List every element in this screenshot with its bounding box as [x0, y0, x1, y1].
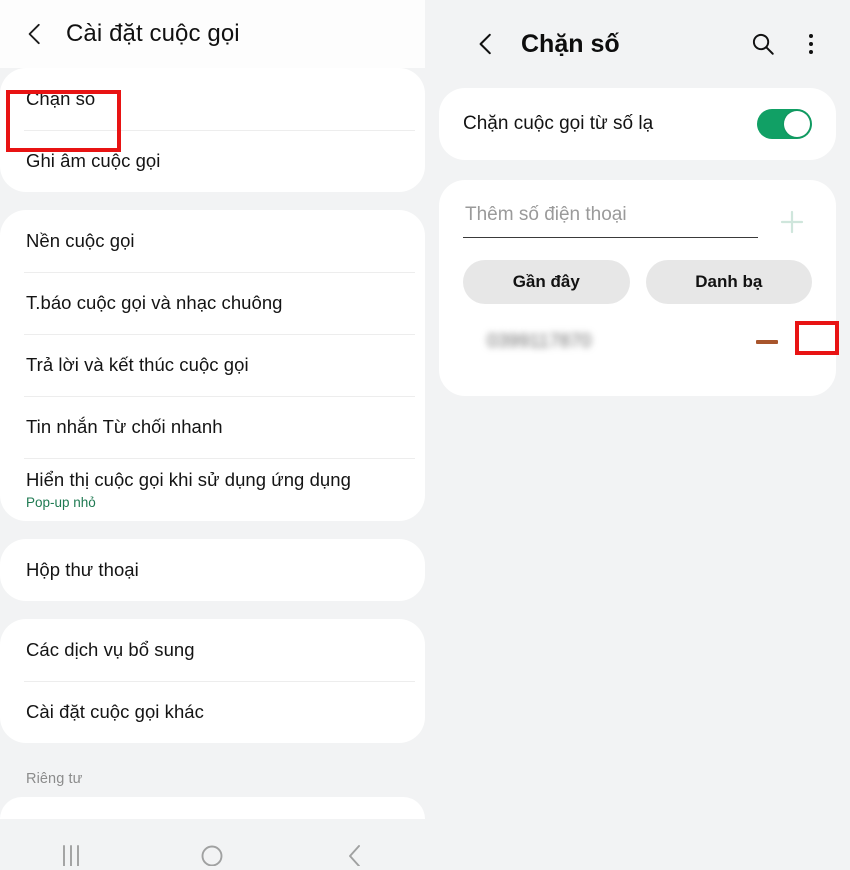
list-item-sublabel: Pop-up nhỏ	[26, 495, 96, 511]
add-number-card: Gần đây Danh bạ 0399117870	[439, 180, 836, 396]
list-item-label: Chặn số	[26, 87, 96, 109]
left-header: Cài đặt cuộc gọi	[0, 0, 425, 68]
list-item-label: Hộp thư thoại	[26, 559, 139, 581]
list-item-label: Cài đặt cuộc gọi khác	[26, 701, 204, 723]
toggle-knob	[784, 111, 810, 137]
sidebar-item-tra-loi-ket-thuc[interactable]: Trả lời và kết thúc cuộc gọi	[0, 334, 425, 396]
section-header-rieng-tu: Riêng tư	[26, 771, 83, 788]
more-vertical-icon[interactable]	[798, 31, 824, 57]
sidebar-item-nen-cuoc-goi[interactable]: Nền cuộc gọi	[0, 210, 425, 272]
sidebar-item-hop-thu-thoai[interactable]: Hộp thư thoại	[0, 539, 425, 601]
sidebar-item-cai-dat-khac[interactable]: Cài đặt cuộc gọi khác	[0, 681, 425, 743]
list-item-label: Hiển thị cuộc gọi khi sử dụng ứng dụng	[26, 469, 351, 490]
list-item-label: T.báo cuộc gọi và nhạc chuông	[26, 291, 283, 313]
add-number-line	[463, 202, 812, 238]
remove-blocked-number-button[interactable]	[746, 326, 788, 358]
tab-gan-day[interactable]: Gần đây	[463, 260, 630, 304]
tab-danh-ba[interactable]: Danh bạ	[645, 260, 812, 304]
settings-group-1: Chặn số Ghi âm cuộc gọi	[0, 68, 425, 192]
page-title: Cài đặt cuộc gọi	[66, 20, 240, 47]
unknown-caller-card: Chặn cuộc gọi từ số lạ	[439, 88, 836, 160]
left-settings-list: Chặn số Ghi âm cuộc gọi Nền cuộc gọi T.b…	[0, 68, 425, 870]
sidebar-item-hien-thi-cuoc-goi[interactable]: Hiển thị cuộc gọi khi sử dụng ứng dụng P…	[0, 458, 425, 521]
list-item-label: Tin nhắn Từ chối nhanh	[26, 415, 223, 437]
right-header: Chặn số	[425, 0, 850, 88]
list-item-label: Trả lời và kết thúc cuộc gọi	[26, 353, 249, 375]
plus-icon[interactable]	[772, 202, 812, 242]
sidebar-item-dich-vu-bo-sung[interactable]: Các dịch vụ bổ sung	[0, 619, 425, 681]
home-icon[interactable]	[197, 840, 227, 866]
list-item-label: Các dịch vụ bổ sung	[26, 639, 195, 661]
screenshot-root: Cài đặt cuộc gọi Chặn số Ghi âm cuộc gọi…	[0, 0, 850, 870]
sidebar-item-ghi-am[interactable]: Ghi âm cuộc gọi	[0, 130, 425, 192]
block-unknown-callers-toggle[interactable]	[757, 109, 812, 139]
search-icon[interactable]	[750, 31, 776, 57]
settings-group-4: Các dịch vụ bổ sung Cài đặt cuộc gọi khá…	[0, 619, 425, 744]
chevron-left-icon[interactable]	[22, 21, 48, 47]
settings-group-2: Nền cuộc gọi T.báo cuộc gọi và nhạc chuô…	[0, 210, 425, 522]
toggle-label: Chặn cuộc gọi từ số lạ	[463, 113, 654, 134]
list-item-label: Nền cuộc gọi	[26, 229, 135, 251]
sidebar-item-chan-so[interactable]: Chặn số	[0, 68, 425, 130]
settings-group-3: Hộp thư thoại	[0, 539, 425, 602]
sidebar-item-tin-nhan-tu-choi[interactable]: Tin nhắn Từ chối nhanh	[0, 396, 425, 458]
add-number-area: Gần đây Danh bạ 0399117870	[439, 180, 836, 396]
settings-group-partial	[0, 797, 425, 820]
chevron-left-icon[interactable]	[473, 31, 499, 57]
list-item-label: Ghi âm cuộc gọi	[26, 149, 161, 171]
block-numbers-body: Chặn cuộc gọi từ số lạ Gần đây	[425, 88, 850, 396]
phone-number-input[interactable]	[463, 204, 758, 238]
call-settings-screen: Cài đặt cuộc gọi Chặn số Ghi âm cuộc gọi…	[0, 0, 425, 870]
blocked-number-row: 0399117870	[463, 308, 812, 380]
page-title: Chặn số	[521, 29, 620, 58]
system-navigation-bar	[0, 828, 425, 870]
blocked-number-value: 0399117870	[487, 331, 592, 352]
back-icon[interactable]	[339, 840, 369, 866]
recents-icon[interactable]	[56, 840, 86, 866]
source-tabs: Gần đây Danh bạ	[463, 238, 812, 308]
sidebar-item-tbao-nhac-chuong[interactable]: T.báo cuộc gọi và nhạc chuông	[0, 272, 425, 334]
block-unknown-callers-row[interactable]: Chặn cuộc gọi từ số lạ	[439, 88, 836, 160]
minus-icon	[756, 340, 778, 344]
block-numbers-screen: Chặn số Chặn cuộc gọi từ số lạ Thêm số đ…	[425, 0, 850, 870]
